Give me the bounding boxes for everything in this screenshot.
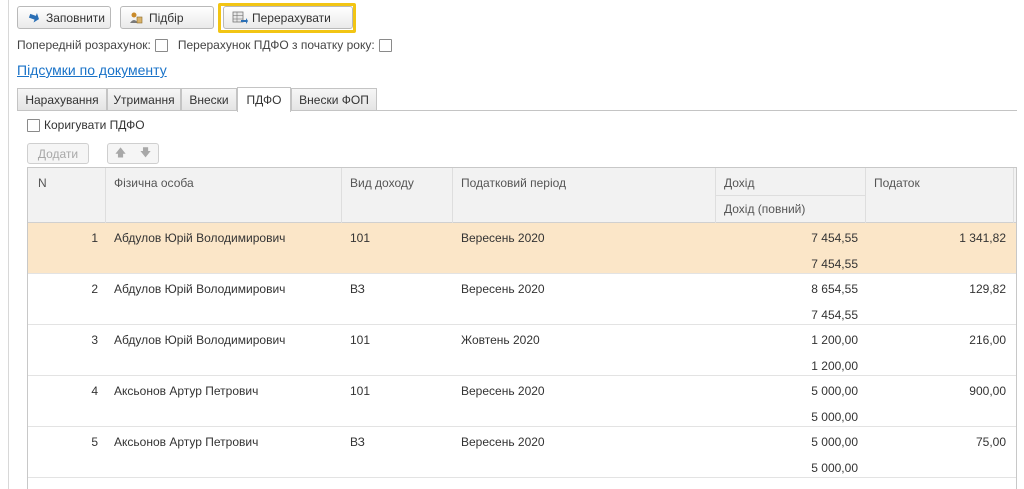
options-row: Попередній розрахунок: Перерахунок ПДФО … bbox=[17, 37, 402, 53]
fill-button-label: Заповнити bbox=[46, 10, 105, 25]
header-income[interactable]: Дохід bbox=[716, 176, 754, 190]
cell-n: 3 bbox=[91, 333, 98, 347]
add-button[interactable]: Додати bbox=[27, 143, 89, 164]
preliminary-label: Попередній розрахунок: bbox=[17, 38, 151, 52]
cell-person: Абдулов Юрій Володимирович bbox=[114, 282, 286, 296]
cell-income-full: 5 000,00 bbox=[811, 461, 858, 475]
header-subdivider bbox=[716, 195, 866, 196]
cell-tax-period: Вересень 2020 bbox=[461, 435, 545, 449]
cell-tax: 900,00 bbox=[969, 384, 1006, 398]
table-row[interactable]: 1 Абдулов Юрій Володимирович 101 Вересень 2… bbox=[28, 223, 1016, 274]
table-row[interactable]: 3 Абдулов Юрій Володимирович 101 Жовтень 20… bbox=[28, 325, 1016, 376]
cell-income-type: 101 bbox=[350, 384, 371, 398]
table-row[interactable]: 4 Аксьонов Артур Петрович 101 Вересень 2020… bbox=[28, 376, 1016, 427]
tab-pdfo[interactable]: ПДФО bbox=[237, 87, 291, 112]
cell-income: 5 000,00 bbox=[811, 384, 858, 398]
header-tax[interactable]: Податок bbox=[866, 176, 920, 190]
header-income-type[interactable]: Вид доходу bbox=[342, 176, 414, 190]
header-person[interactable]: Фізична особа bbox=[106, 176, 194, 190]
col-divider bbox=[105, 168, 106, 223]
recalc-year-checkbox[interactable] bbox=[378, 38, 392, 52]
tab-accruals[interactable]: Нарахування bbox=[17, 88, 107, 110]
cell-income-full: 7 454,55 bbox=[811, 257, 858, 271]
table-row[interactable]: 5 Аксьонов Артур Петрович ВЗ Вересень 2020 5… bbox=[28, 427, 1016, 478]
cell-income: 7 454,55 bbox=[811, 231, 858, 245]
cell-person: Аксьонов Артур Петрович bbox=[114, 435, 259, 449]
fill-button[interactable]: Заповнити bbox=[17, 6, 111, 29]
cell-tax: 129,82 bbox=[969, 282, 1006, 296]
col-divider bbox=[715, 168, 716, 223]
move-up-icon[interactable]: 🡅 bbox=[115, 144, 126, 163]
cell-tax-period: Вересень 2020 bbox=[461, 231, 545, 245]
correct-pdfo-label: Коригувати ПДФО bbox=[44, 118, 145, 132]
header-income-full[interactable]: Дохід (повний) bbox=[716, 202, 805, 216]
fill-arrow-icon bbox=[26, 11, 40, 25]
header-n[interactable]: N bbox=[30, 176, 47, 190]
tab-fop-contributions[interactable]: Внески ФОП bbox=[291, 88, 377, 110]
pdfo-table: N Фізична особа Вид доходу Податковий пе… bbox=[27, 167, 1017, 489]
preliminary-checkbox[interactable] bbox=[154, 38, 168, 52]
summary-link[interactable]: Підсумки по документу bbox=[17, 62, 167, 78]
cell-income-type: ВЗ bbox=[350, 435, 365, 449]
cell-income-full: 1 200,00 bbox=[811, 359, 858, 373]
cell-income-full: 5 000,00 bbox=[811, 410, 858, 424]
pick-button-label: Підбір bbox=[149, 10, 184, 25]
cell-n: 1 bbox=[91, 231, 98, 245]
cell-tax-period: Вересень 2020 bbox=[461, 282, 545, 296]
pick-people-icon bbox=[129, 11, 143, 25]
header-tax-period[interactable]: Податковий період bbox=[453, 176, 566, 190]
tab-contributions[interactable]: Внески bbox=[181, 88, 237, 110]
cell-person: Абдулов Юрій Володимирович bbox=[114, 333, 286, 347]
left-border bbox=[8, 0, 9, 489]
cell-person: Абдулов Юрій Володимирович bbox=[114, 231, 286, 245]
table-row[interactable]: 2 Абдулов Юрій Володимирович ВЗ Вересень 20… bbox=[28, 274, 1016, 325]
col-divider bbox=[341, 168, 342, 223]
cell-income-full: 7 454,55 bbox=[811, 308, 858, 322]
cell-person: Аксьонов Артур Петрович bbox=[114, 384, 259, 398]
move-down-icon[interactable]: 🡇 bbox=[140, 144, 151, 163]
correct-pdfo-row: Коригувати ПДФО bbox=[27, 118, 145, 132]
move-buttons: 🡅 🡇 bbox=[107, 143, 159, 164]
cell-tax: 216,00 bbox=[969, 333, 1006, 347]
cell-income-type: ВЗ bbox=[350, 282, 365, 296]
cell-income: 5 000,00 bbox=[811, 435, 858, 449]
cell-tax-period: Жовтень 2020 bbox=[461, 333, 540, 347]
highlight-frame bbox=[218, 3, 356, 33]
cell-n: 5 bbox=[91, 435, 98, 449]
cell-n: 2 bbox=[91, 282, 98, 296]
tabs-underline bbox=[17, 110, 1017, 111]
recalc-year-label: Перерахунок ПДФО з початку року: bbox=[177, 38, 375, 52]
cell-tax: 75,00 bbox=[975, 435, 1006, 449]
cell-income: 1 200,00 bbox=[811, 333, 858, 347]
col-divider bbox=[452, 168, 453, 223]
cell-tax: 1 341,82 bbox=[959, 231, 1006, 245]
table-header: N Фізична особа Вид доходу Податковий пе… bbox=[28, 168, 1016, 223]
tab-deductions[interactable]: Утримання bbox=[107, 88, 181, 110]
col-divider bbox=[1013, 168, 1014, 223]
pick-button[interactable]: Підбір bbox=[120, 6, 214, 29]
cell-n: 4 bbox=[91, 384, 98, 398]
cell-income: 8 654,55 bbox=[811, 282, 858, 296]
col-divider bbox=[865, 168, 866, 223]
cell-income-type: 101 bbox=[350, 333, 371, 347]
correct-pdfo-checkbox[interactable] bbox=[27, 118, 40, 132]
cell-tax-period: Вересень 2020 bbox=[461, 384, 545, 398]
cell-income-type: 101 bbox=[350, 231, 371, 245]
